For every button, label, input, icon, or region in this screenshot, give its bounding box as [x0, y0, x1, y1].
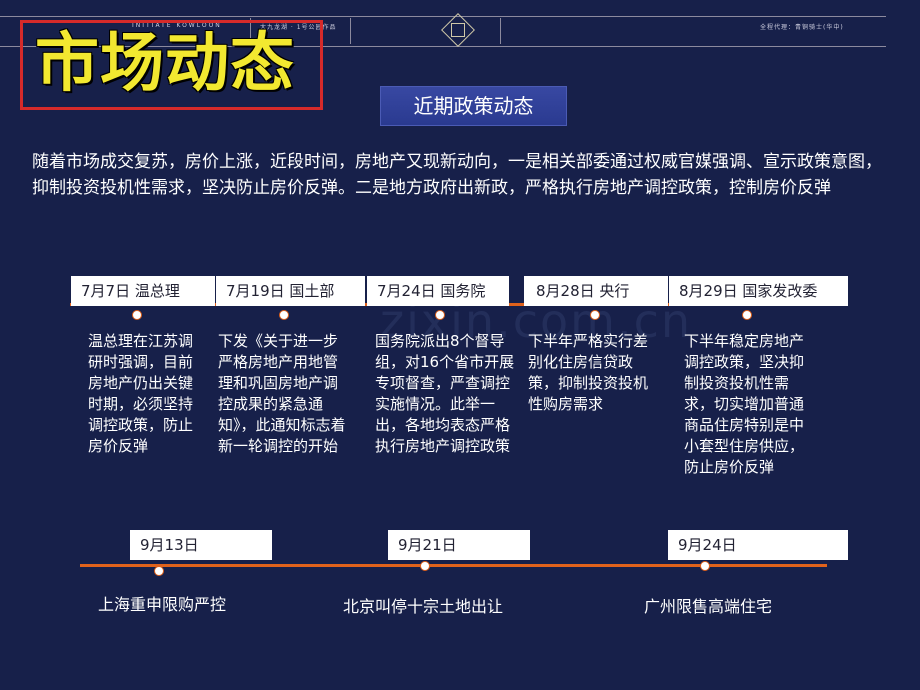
timeline-dot: [742, 310, 752, 320]
timeline-event-text: 广州限售高端住宅: [644, 597, 773, 616]
slide: INITIATE KOWLOON 大九龙湖 · 1号公园作品 全程代理：青铜骑士…: [0, 0, 920, 690]
timeline-date-label: 7月7日 温总理: [71, 276, 215, 306]
timeline-dot: [154, 566, 164, 576]
bottom-timeline-line: [80, 564, 827, 567]
timeline-date-label: 9月21日: [388, 530, 530, 560]
timeline-dot: [590, 310, 600, 320]
timeline-event-text: 下半年稳定房地产调控政策，坚决抑制投资投机性需求，切实增加普通商品住房特别是中小…: [684, 332, 805, 476]
timeline-date-label: 7月24日 国务院: [367, 276, 509, 306]
timeline-dot: [420, 561, 430, 571]
header-divider: [500, 18, 501, 44]
timeline-date-label: 9月24日: [668, 530, 848, 560]
timeline-event-text: 国务院派出8个督导组，对16个省市开展专项督查，严查调控实施情况。此举一出，各地…: [375, 332, 515, 455]
timeline-date-label: 8月29日 国家发改委: [669, 276, 848, 306]
timeline-dot: [132, 310, 142, 320]
section-subtitle: 近期政策动态: [380, 86, 567, 126]
brand-logo-inner-icon: [451, 23, 465, 37]
timeline-date-label: 9月13日: [130, 530, 272, 560]
timeline-event-text: 下发《关于进一步严格房地产用地管理和巩固房地产调控成果的紧急通知》，此通知标志着…: [218, 332, 346, 455]
timeline-dot: [700, 561, 710, 571]
intro-paragraph: 随着市场成交复苏，房价上涨，近段时间，房地产又现新动向，一是相关部委通过权威官媒…: [32, 152, 882, 198]
timeline-event-text: 下半年严格实行差别化住房信贷政策，抑制投资投机性购房需求: [528, 332, 649, 413]
timeline-date-label: 7月19日 国土部: [216, 276, 365, 306]
timeline-event-text: 上海重申限购严控: [98, 595, 227, 614]
timeline-dot: [279, 310, 289, 320]
header-right-caption: 全程代理：青铜骑士(华中): [760, 24, 844, 31]
timeline-date-label: 8月28日 央行: [524, 276, 668, 306]
header-divider: [350, 18, 351, 44]
timeline-dot: [435, 310, 445, 320]
timeline-event-text: 温总理在江苏调研时强调，目前房地产仍出关键时期，必须坚持调控政策，防止房价反弹: [88, 332, 194, 455]
page-title: 市场动态: [35, 27, 295, 101]
timeline-event-text: 北京叫停十宗土地出让: [343, 597, 504, 616]
